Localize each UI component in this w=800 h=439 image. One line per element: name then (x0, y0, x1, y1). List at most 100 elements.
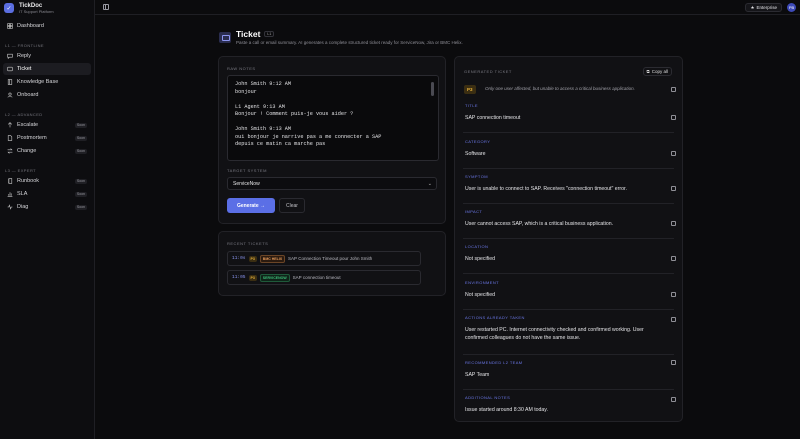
escalate-icon (7, 122, 13, 128)
ticket-time: 11:05 (232, 275, 246, 280)
runbook-icon (8, 178, 13, 184)
copy-icon[interactable] (671, 186, 676, 191)
onboard-icon (7, 92, 13, 98)
soon-badge: Soon (74, 122, 87, 128)
field-value: User is unable to connect to SAP. Receiv… (465, 186, 627, 192)
sidebar-item-sla[interactable]: SLA Soon (3, 188, 91, 200)
copy-all-button[interactable]: ⧉ Copy all (642, 67, 672, 76)
sidebar-item-change[interactable]: Change Soon (3, 145, 91, 157)
scrollbar[interactable] (431, 82, 434, 96)
sidebar-item-ticket[interactable]: Ticket (3, 63, 91, 75)
field-label: ADDITIONAL NOTES (465, 395, 511, 400)
field-value: User restarted PC. Internet connectivity… (465, 327, 644, 341)
field-additional-notes: ADDITIONAL NOTES Issue started around 8:… (463, 395, 674, 421)
field-label: ENVIRONMENT (465, 280, 499, 285)
field-value: Not specified (465, 256, 495, 262)
field-recommended-team: RECOMMENDED L2 TEAM SAP Team (463, 360, 674, 390)
page-title-text: Ticket (236, 29, 261, 39)
sidebar-toggle-icon[interactable] (103, 4, 109, 10)
book-icon (7, 79, 13, 85)
sidebar-item-diag[interactable]: Diag Soon (3, 201, 91, 213)
sidebar-item-runbook[interactable]: Runbook Soon (3, 175, 91, 187)
sidebar-item-postmortem[interactable]: Postmortem Soon (3, 132, 91, 144)
target-system-select[interactable]: ServiceNow ⌄ (227, 177, 437, 190)
star-icon: ★ (750, 4, 755, 10)
copy-icon[interactable] (671, 360, 676, 365)
generated-ticket-panel: GENERATED TICKET ⧉ Copy all P3 Only one u… (454, 56, 683, 422)
page-title: Ticket L1 (236, 29, 275, 39)
copy-icon[interactable] (671, 292, 676, 297)
priority-badge: P3 (248, 274, 257, 281)
avatar[interactable]: PB (787, 3, 796, 12)
page-subtitle: Paste a call or email summary. AI genera… (236, 40, 463, 45)
section-label-l2: L2 — ADVANCED (5, 111, 43, 117)
sidebar-item-label: Knowledge Base (17, 79, 59, 85)
recent-tickets-panel: RECENT TICKETS 11:0s P3 BMC HELIX SAP Co… (218, 231, 446, 296)
app-subtitle: IT Support Platform (19, 8, 54, 14)
sidebar-item-escalate[interactable]: Escalate Soon (3, 119, 91, 131)
sidebar-item-reply[interactable]: Reply (3, 50, 91, 62)
field-label: LOCATION (465, 244, 489, 249)
soon-badge: Soon (74, 178, 87, 184)
soon-badge: Soon (74, 135, 87, 141)
sidebar-item-label: Postmortem (17, 135, 47, 141)
priority-badge: P3 (248, 255, 257, 262)
field-label: SYMPTOM (465, 174, 488, 179)
raw-notes-label: RAW NOTES (227, 66, 256, 71)
copy-icon[interactable] (671, 397, 676, 402)
field-value: Software (465, 151, 486, 157)
plan-label: Enterprise (756, 5, 777, 10)
copy-icon[interactable] (671, 221, 676, 226)
field-environment: ENVIRONMENT Not specified (463, 280, 674, 310)
copy-icon[interactable] (671, 256, 676, 261)
priority-note: Only one user affected, but unable to ac… (485, 86, 635, 91)
change-icon (7, 148, 13, 154)
list-item[interactable]: 11:0s P3 BMC HELIX SAP Connection Timeou… (227, 251, 421, 266)
generate-button[interactable]: Generate → (227, 198, 275, 213)
plan-badge[interactable]: ★ Enterprise (745, 3, 782, 12)
field-label: CATEGORY (465, 139, 491, 144)
system-badge: BMC HELIX (259, 254, 286, 263)
copy-icon[interactable] (671, 115, 676, 120)
copy-icon[interactable] (671, 87, 676, 92)
raw-notes-textarea[interactable]: John Smith 9:12 AM bonjour L1 Agent 9:13… (227, 75, 439, 161)
ticket-title: SAP connection timeout (292, 275, 341, 280)
sidebar-item-label: Reply (17, 53, 32, 59)
diag-icon (7, 204, 13, 210)
field-title: TITLE SAP connection timeout (463, 103, 674, 133)
ticket-header-icon (219, 32, 231, 43)
ticket-time: 11:0s (232, 256, 246, 261)
copy-all-label: Copy all (651, 69, 668, 74)
recent-tickets-label: RECENT TICKETS (227, 241, 269, 246)
field-value: SAP Team (465, 372, 490, 378)
sidebar-item-label: Onboard (17, 92, 39, 98)
section-label-l3: L3 — EXPERT (5, 167, 37, 173)
field-value: SAP connection timeout (465, 115, 521, 121)
field-actions-taken: ACTIONS ALREADY TAKEN User restarted PC.… (463, 315, 674, 355)
soon-badge: Soon (74, 191, 87, 197)
level-badge: L1 (264, 31, 275, 37)
sidebar-item-dashboard[interactable]: Dashboard (3, 20, 91, 32)
field-label: RECOMMENDED L2 TEAM (465, 360, 523, 365)
system-badge: SERVICENOW (259, 273, 290, 282)
copy-icon: ⧉ (646, 69, 650, 74)
raw-notes-panel: RAW NOTES John Smith 9:12 AM bonjour L1 … (218, 56, 446, 224)
target-system-label: TARGET SYSTEM (227, 168, 267, 173)
sidebar-item-knowledge-base[interactable]: Knowledge Base (3, 76, 91, 88)
field-label: IMPACT (465, 209, 483, 214)
soon-badge: Soon (74, 148, 87, 154)
list-item[interactable]: 11:05 P3 SERVICENOW SAP connection timeo… (227, 270, 421, 285)
sidebar-item-label: Dashboard (17, 23, 44, 29)
brand[interactable]: ✓ TickDoc IT Support Platform (0, 0, 94, 16)
target-system-value: ServiceNow (233, 180, 260, 187)
copy-icon[interactable] (671, 317, 676, 322)
sidebar-item-onboard[interactable]: Onboard (3, 89, 91, 101)
section-label-l1: L1 — FRONTLINE (5, 42, 44, 48)
top-bar: ★ Enterprise PB (95, 0, 800, 15)
clear-button[interactable]: Clear (279, 198, 305, 213)
sidebar-item-label: Diag (17, 204, 29, 210)
app-logo-icon: ✓ (4, 3, 14, 13)
field-symptom: SYMPTOM User is unable to connect to SAP… (463, 174, 674, 204)
copy-icon[interactable] (671, 151, 676, 156)
chart-icon (7, 192, 13, 197)
